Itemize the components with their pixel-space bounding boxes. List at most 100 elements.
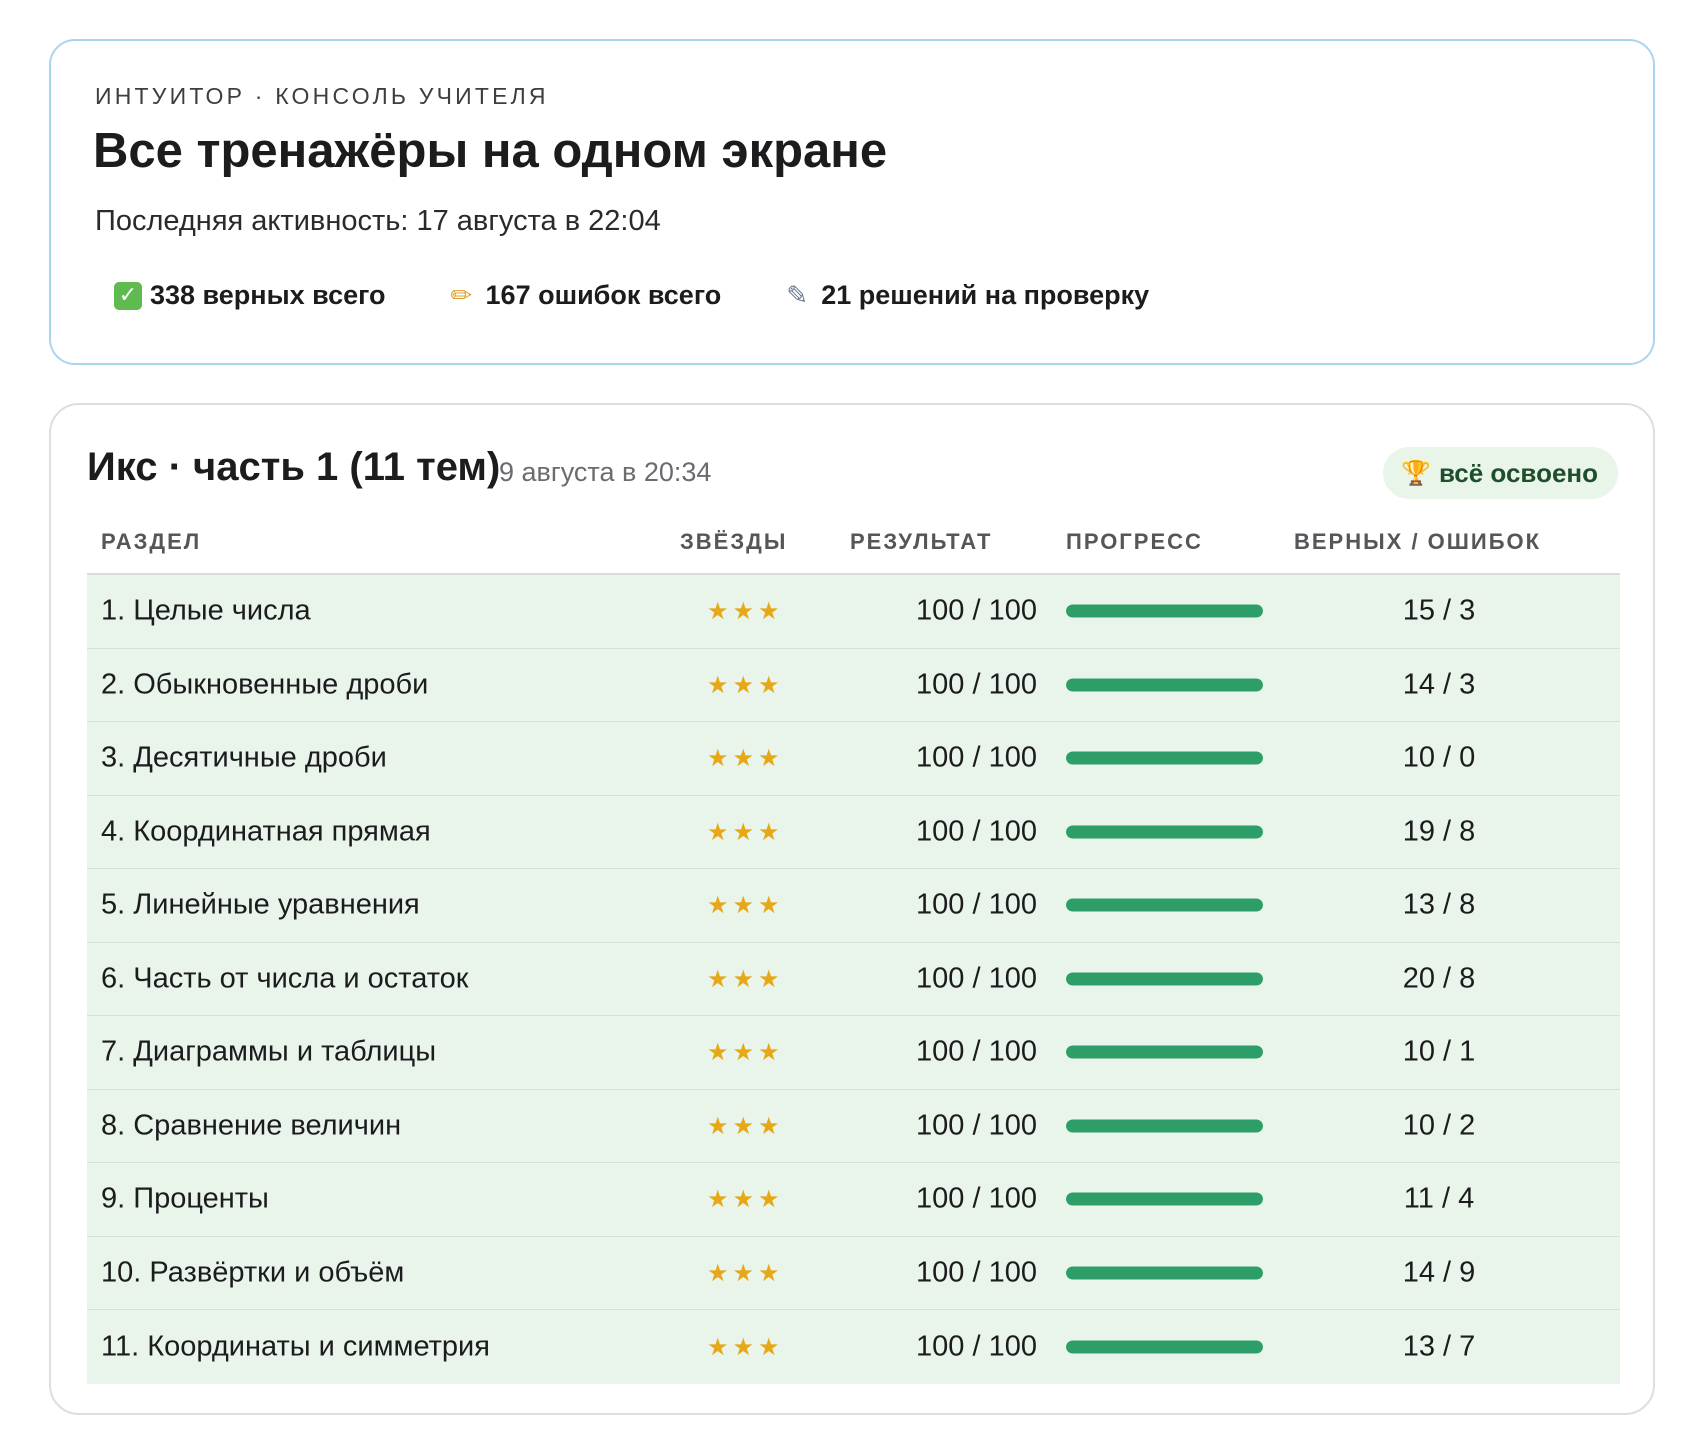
topic-name: 5. Линейные уравнения <box>101 888 420 921</box>
header-card: ИНТУИТОР · КОНСОЛЬ УЧИТЕЛЯ Все тренажёры… <box>49 39 1655 365</box>
topic-result: 100 / 100 <box>916 1109 1037 1142</box>
topic-name: 8. Сравнение величин <box>101 1109 402 1142</box>
correct-errors-count: 14 / 3 <box>1402 668 1476 701</box>
course-date: 9 августа в 20:34 <box>499 457 712 487</box>
table-row[interactable]: 1. Целые числа ★★★ 100 / 100 15 / 3 <box>87 575 1620 649</box>
stats-bar: ✓ 338 верных всего ✏ 167 ошибок всего ✎ … <box>114 280 1149 311</box>
table-row[interactable]: 10. Развёртки и объём ★★★ 100 / 100 14 / 9 <box>87 1236 1620 1310</box>
correct-errors-count: 19 / 8 <box>1402 815 1476 848</box>
correct-errors-count: 13 / 7 <box>1402 1330 1476 1363</box>
stat-errors-total: ✏ 167 ошибок всего <box>446 280 722 311</box>
correct-errors-count: 15 / 3 <box>1402 594 1476 627</box>
progress-fill <box>1066 825 1263 839</box>
star-rating: ★★★ <box>707 1185 784 1214</box>
topic-result: 100 / 100 <box>916 1035 1037 1068</box>
topic-result: 100 / 100 <box>916 962 1037 995</box>
correct-errors-count: 11 / 4 <box>1403 1182 1475 1215</box>
star-rating: ★★★ <box>707 744 784 773</box>
last-activity: Последняя активность: 17 августа в 22:04 <box>95 205 661 237</box>
star-rating: ★★★ <box>707 891 784 920</box>
topic-name: 9. Проценты <box>101 1182 269 1215</box>
mastered-badge: 🏆 всё освоено <box>1383 447 1618 499</box>
course-card: Икс · часть 1 (11 тем) 9 августа в 20:34… <box>49 403 1655 1415</box>
table-row[interactable]: 2. Обыкновенные дроби ★★★ 100 / 100 14 / 3 <box>87 648 1620 722</box>
topic-name: 6. Часть от числа и остаток <box>101 962 469 995</box>
progress-fill <box>1066 604 1263 618</box>
progress-fill <box>1066 1119 1263 1133</box>
topic-result: 100 / 100 <box>916 1256 1037 1289</box>
progress-bar <box>1066 898 1263 912</box>
column-header-result[interactable]: РЕЗУЛЬТАТ <box>850 529 992 555</box>
correct-errors-count: 10 / 1 <box>1402 1035 1476 1068</box>
topic-name: 2. Обыкновенные дроби <box>101 668 429 701</box>
mastered-badge-label: всё освоено <box>1438 457 1598 488</box>
star-rating: ★★★ <box>707 1038 784 1067</box>
progress-bar <box>1066 825 1263 839</box>
topic-name: 10. Развёртки и объём <box>101 1256 405 1289</box>
table-row[interactable]: 11. Координаты и симметрия ★★★ 100 / 100 13… <box>87 1310 1620 1384</box>
progress-fill <box>1066 972 1263 986</box>
table-row[interactable]: 4. Координатная прямая ★★★ 100 / 100 19 / 8 <box>87 795 1620 869</box>
app-eyebrow: ИНТУИТОР · КОНСОЛЬ УЧИТЕЛЯ <box>95 83 549 109</box>
star-rating: ★★★ <box>707 597 784 626</box>
correct-errors-count: 14 / 9 <box>1402 1256 1476 1289</box>
stat-correct-label: 338 верных всего <box>150 280 386 310</box>
progress-fill <box>1066 1266 1263 1280</box>
star-rating: ★★★ <box>707 1111 784 1140</box>
progress-fill <box>1066 751 1263 765</box>
progress-bar <box>1066 1340 1263 1354</box>
topic-name: 7. Диаграммы и таблицы <box>101 1035 437 1068</box>
correct-errors-count: 10 / 2 <box>1402 1109 1476 1142</box>
star-rating: ★★★ <box>707 964 784 993</box>
topic-result: 100 / 100 <box>916 668 1037 701</box>
table-row[interactable]: 7. Диаграммы и таблицы ★★★ 100 / 100 10 / 1 <box>87 1016 1620 1090</box>
topic-result: 100 / 100 <box>916 741 1037 774</box>
progress-fill <box>1066 1340 1263 1354</box>
star-rating: ★★★ <box>707 1258 784 1287</box>
progress-fill <box>1066 1192 1263 1206</box>
table-row[interactable]: 8. Сравнение величин ★★★ 100 / 100 10 / 2 <box>87 1089 1620 1163</box>
topic-name: 3. Десятичные дроби <box>101 741 387 774</box>
table-header: РАЗДЕЛ ЗВЁЗДЫ РЕЗУЛЬТАТ ПРОГРЕСС ВЕРНЫХ … <box>87 509 1620 575</box>
progress-bar <box>1066 1266 1263 1280</box>
progress-fill <box>1066 678 1263 692</box>
table-body: 1. Целые числа ★★★ 100 / 100 15 / 3 2. Обыкн… <box>87 575 1620 1384</box>
stat-pending-review[interactable]: ✎ 21 решений на проверку <box>781 280 1149 311</box>
table-row[interactable]: 3. Десятичные дроби ★★★ 100 / 100 10 / 0 <box>87 722 1620 796</box>
page-title: Все тренажёры на одном экране <box>93 124 888 178</box>
table-row[interactable]: 9. Проценты ★★★ 100 / 100 11 / 4 <box>87 1163 1620 1237</box>
correct-errors-count: 13 / 8 <box>1402 888 1476 921</box>
memo-icon: ✎ <box>786 280 809 311</box>
star-rating: ★★★ <box>707 1332 784 1361</box>
pencil-icon: ✏ <box>450 280 473 311</box>
check-icon: ✓ <box>114 281 142 310</box>
star-rating: ★★★ <box>707 817 784 846</box>
topic-result: 100 / 100 <box>916 815 1037 848</box>
progress-fill <box>1066 898 1263 912</box>
course-title: Икс · часть 1 (11 тем) <box>87 445 501 489</box>
topic-result: 100 / 100 <box>916 594 1037 627</box>
star-rating: ★★★ <box>707 670 784 699</box>
column-header-progress[interactable]: ПРОГРЕСС <box>1066 529 1203 555</box>
topics-table: РАЗДЕЛ ЗВЁЗДЫ РЕЗУЛЬТАТ ПРОГРЕСС ВЕРНЫХ … <box>87 509 1620 1384</box>
table-row[interactable]: 5. Линейные уравнения ★★★ 100 / 100 13 / 8 <box>87 869 1620 943</box>
correct-errors-count: 10 / 0 <box>1402 741 1476 774</box>
correct-errors-count: 20 / 8 <box>1402 962 1476 995</box>
column-header-score[interactable]: ВЕРНЫХ / ОШИБОК <box>1294 529 1541 555</box>
column-header-section[interactable]: РАЗДЕЛ <box>101 529 201 555</box>
progress-bar <box>1066 972 1263 986</box>
progress-bar <box>1066 751 1263 765</box>
table-row[interactable]: 6. Часть от числа и остаток ★★★ 100 / 100 2… <box>87 942 1620 1016</box>
stat-correct-total: ✓ 338 верных всего <box>114 280 386 311</box>
topic-result: 100 / 100 <box>916 1330 1037 1363</box>
column-header-stars[interactable]: ЗВЁЗДЫ <box>680 529 787 555</box>
trophy-icon: 🏆 <box>1401 459 1431 487</box>
progress-bar <box>1066 604 1263 618</box>
progress-bar <box>1066 1192 1263 1206</box>
topic-name: 4. Координатная прямая <box>101 815 431 848</box>
progress-fill <box>1066 1045 1263 1059</box>
progress-bar <box>1066 1119 1263 1133</box>
progress-bar <box>1066 678 1263 692</box>
topic-name: 1. Целые числа <box>101 594 311 627</box>
progress-bar <box>1066 1045 1263 1059</box>
